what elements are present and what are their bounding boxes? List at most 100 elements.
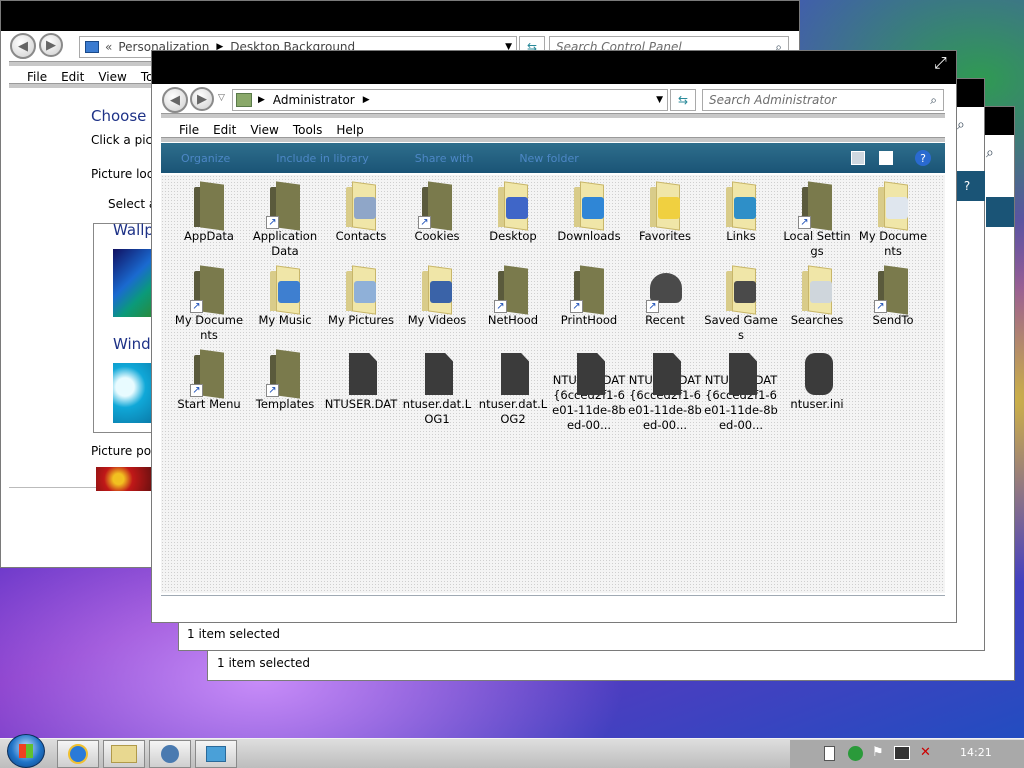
file-item[interactable]: ↗ SendTo <box>855 265 931 349</box>
network-icon[interactable] <box>894 746 910 760</box>
file-item[interactable]: ↗ Local Settings <box>779 181 855 265</box>
file-item[interactable]: Downloads <box>551 181 627 265</box>
file-item-label: Contacts <box>335 229 387 243</box>
file-item-label: SendTo <box>872 313 914 327</box>
file-item[interactable]: ntuser.dat.LOG2 <box>475 349 551 433</box>
view-options-icon[interactable] <box>851 151 865 165</box>
file-item[interactable]: ↗ Recent <box>627 265 703 349</box>
file-item[interactable]: ntuser.dat.LOG1 <box>399 349 475 433</box>
file-item[interactable]: NTUSER.DAT{6cced2f1-6e01-11de-8bed-00... <box>703 349 779 433</box>
status-text: 1 item selected <box>187 627 281 641</box>
help-icon[interactable]: ? <box>915 150 931 166</box>
file-item[interactable]: ↗ NetHood <box>475 265 551 349</box>
search-icon[interactable]: ⌕ <box>930 93 937 108</box>
menu-file[interactable]: File <box>27 70 47 84</box>
shortcut-arrow-icon: ↗ <box>874 300 887 313</box>
shortcut-arrow-icon: ↗ <box>646 300 659 313</box>
back-arrow-icon: ◀ <box>170 92 180 108</box>
file-item[interactable]: ntuser.ini <box>779 349 855 433</box>
start-button[interactable] <box>7 734 45 768</box>
action-center-flag-icon[interactable]: ⚑ <box>872 745 884 760</box>
explorer-window: ⤢ ◀ ▶ ▽ ▶ Administrator ▶ ▼ ⇆ Search Adm… <box>151 50 957 623</box>
file-item[interactable]: My Videos <box>399 265 475 349</box>
recent-pages-icon[interactable]: ▽ <box>218 93 225 103</box>
file-item[interactable]: My Documents <box>855 181 931 265</box>
file-list-area[interactable]: AppData ↗ Application Data Contacts ↗ Cookies… <box>161 175 945 593</box>
file-item[interactable]: ↗ Cookies <box>399 181 475 265</box>
forward-button[interactable]: ▶ <box>190 87 214 111</box>
menu-view[interactable]: View <box>250 123 278 137</box>
refresh-button[interactable]: ⇆ <box>670 89 696 111</box>
search-icon[interactable]: ⌕ <box>986 145 994 161</box>
internet-explorer-icon <box>68 744 88 764</box>
include-in-library-button[interactable]: Include in library <box>276 152 368 165</box>
folder-icon: ↗ <box>266 181 304 231</box>
menu-file[interactable]: File <box>179 123 199 137</box>
file-item[interactable]: NTUSER.DAT{6cced2f1-6e01-11de-8bed-00... <box>551 349 627 433</box>
file-item[interactable]: Desktop <box>475 181 551 265</box>
document-icon <box>722 351 760 395</box>
new-folder-button[interactable]: New folder <box>519 152 578 165</box>
file-item[interactable]: Contacts <box>323 181 399 265</box>
file-item[interactable]: Searches <box>779 265 855 349</box>
file-item[interactable]: Links <box>703 181 779 265</box>
breadcrumb-overflow[interactable]: « <box>105 40 112 54</box>
explorer-search-input[interactable]: Search Administrator ⌕ <box>702 89 944 111</box>
document-icon <box>418 351 456 397</box>
folder-icon: ↗ <box>494 265 532 315</box>
file-item[interactable]: Saved Games <box>703 265 779 349</box>
back-button[interactable]: ◀ <box>162 87 188 113</box>
menu-tools[interactable]: Tools <box>293 123 323 137</box>
address-dropdown-icon[interactable]: ▼ <box>656 95 663 105</box>
menu-edit[interactable]: Edit <box>213 123 236 137</box>
file-item[interactable]: ↗ Start Menu <box>171 349 247 433</box>
shortcut-arrow-icon: ↗ <box>798 216 811 229</box>
menu-help[interactable]: Help <box>336 123 363 137</box>
wallpaper-thumbnail[interactable] <box>113 249 153 317</box>
file-item-label: My Music <box>258 313 312 327</box>
folder-icon: ↗ <box>266 349 304 399</box>
folder-icon <box>418 265 456 315</box>
share-with-button[interactable]: Share with <box>415 152 474 165</box>
file-item[interactable]: NTUSER.DAT <box>323 349 399 433</box>
maximize-icon[interactable]: ⤢ <box>934 53 947 73</box>
file-item[interactable]: ↗ My Documents <box>171 265 247 349</box>
taskbar-control-panel[interactable] <box>195 740 237 768</box>
shortcut-arrow-icon: ↗ <box>190 300 203 313</box>
control-panel-titlebar[interactable] <box>1 1 799 31</box>
volume-muted-icon[interactable]: ✕ <box>920 745 931 760</box>
position-preview-thumbnail[interactable] <box>96 467 152 491</box>
forward-button[interactable]: ▶ <box>39 33 63 57</box>
file-item[interactable]: AppData <box>171 181 247 265</box>
notes-icon[interactable] <box>824 746 835 761</box>
taskbar-windows-explorer[interactable] <box>103 740 145 768</box>
clock[interactable]: 14:21 <box>960 746 992 759</box>
file-item[interactable]: ↗ Templates <box>247 349 323 433</box>
file-item-label: AppData <box>184 229 234 243</box>
file-item[interactable]: NTUSER.DAT{6cced2f1-6e01-11de-8bed-00... <box>627 349 703 433</box>
folder-icon: ↗ <box>874 265 912 315</box>
security-icon[interactable] <box>848 746 863 761</box>
settings-file-icon <box>798 351 836 397</box>
file-item[interactable]: ↗ PrintHood <box>551 265 627 349</box>
taskbar-internet-explorer[interactable] <box>57 740 99 768</box>
search-icon[interactable]: ⌕ <box>957 117 965 133</box>
preview-pane-icon[interactable] <box>879 151 893 165</box>
document-icon <box>646 351 684 395</box>
file-item[interactable]: My Music <box>247 265 323 349</box>
file-item[interactable]: Favorites <box>627 181 703 265</box>
menu-edit[interactable]: Edit <box>61 70 84 84</box>
explorer-titlebar[interactable] <box>152 51 956 84</box>
organize-button[interactable]: Organize <box>181 152 230 165</box>
menu-view[interactable]: View <box>98 70 126 84</box>
file-item[interactable]: My Pictures <box>323 265 399 349</box>
explorer-address-bar[interactable]: ▶ Administrator ▶ ▼ <box>232 89 668 111</box>
windows-logo-icon <box>19 744 33 758</box>
background-command-bar <box>986 197 1014 227</box>
windows-thumbnail[interactable] <box>113 363 153 423</box>
back-button[interactable]: ◀ <box>10 33 36 59</box>
shortcut-arrow-icon: ↗ <box>494 300 507 313</box>
taskbar-media-player[interactable] <box>149 740 191 768</box>
breadcrumb-administrator[interactable]: Administrator <box>273 93 355 107</box>
file-item[interactable]: ↗ Application Data <box>247 181 323 265</box>
